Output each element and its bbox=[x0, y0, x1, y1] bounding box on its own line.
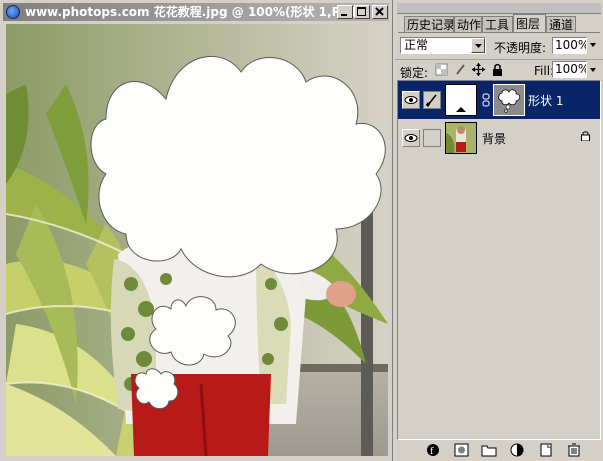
blend-mode-value: 正常 bbox=[404, 38, 429, 52]
opacity-label: 不透明度: bbox=[494, 41, 547, 55]
layer-link-box[interactable] bbox=[423, 129, 441, 147]
document-title-bar[interactable]: www.photops.com 花花教程.jpg @ 100%(形状 1,RGB… bbox=[3, 3, 389, 21]
chain-link-icon[interactable] bbox=[482, 93, 490, 107]
opacity-slider-arrow-icon[interactable] bbox=[588, 38, 598, 52]
lock-label: 锁定: bbox=[400, 66, 429, 80]
paint-brush-icon bbox=[425, 94, 437, 107]
minimize-button[interactable] bbox=[337, 5, 353, 19]
opacity-input[interactable]: 100% bbox=[552, 37, 587, 54]
layer-name[interactable]: 形状 1 bbox=[528, 92, 563, 109]
tab-history[interactable]: 历史记录 bbox=[404, 16, 454, 32]
layers-list: 形状 1 背景 bbox=[397, 80, 601, 440]
layer-style-icon[interactable]: f bbox=[425, 443, 441, 457]
fill-input[interactable]: 100% bbox=[552, 61, 587, 78]
close-icon bbox=[375, 7, 384, 16]
lock-icon bbox=[581, 131, 590, 141]
app-icon[interactable] bbox=[6, 5, 20, 19]
lock-all-icon[interactable] bbox=[491, 63, 504, 76]
lock-move-icon[interactable] bbox=[472, 63, 485, 76]
panel-title-bar[interactable] bbox=[397, 3, 601, 14]
tab-actions[interactable]: 动作 bbox=[454, 16, 482, 32]
maximize-icon bbox=[357, 7, 366, 16]
tab-tools[interactable]: 工具 bbox=[482, 16, 513, 32]
layers-bottom-toolbar: f bbox=[397, 441, 601, 459]
layer-brush-indicator[interactable] bbox=[423, 91, 441, 109]
vector-mask-thumbnail[interactable] bbox=[493, 84, 525, 116]
layer-thumbnail[interactable] bbox=[445, 122, 477, 154]
adjustment-icon[interactable] bbox=[509, 443, 525, 457]
trash-icon[interactable] bbox=[566, 443, 582, 457]
maximize-button[interactable] bbox=[354, 5, 370, 19]
image-canvas[interactable] bbox=[6, 24, 388, 456]
layers-panel: 历史记录 动作 工具 图层 通道 正常 不透明度: 100% 锁定: Fill:… bbox=[395, 0, 603, 461]
layer-visibility-toggle[interactable] bbox=[402, 91, 420, 109]
layer-fill-thumbnail-icon bbox=[446, 85, 476, 115]
eye-icon bbox=[404, 96, 418, 104]
layer-row-shape-1[interactable]: 形状 1 bbox=[398, 81, 600, 119]
eye-icon bbox=[404, 134, 418, 142]
lock-transparent-icon[interactable] bbox=[435, 63, 448, 76]
chevron-down-icon bbox=[475, 44, 482, 48]
photo-thumbnail-icon bbox=[446, 123, 476, 153]
document-window: www.photops.com 花花教程.jpg @ 100%(形状 1,RGB… bbox=[0, 0, 393, 461]
panel-tabs: 历史记录 动作 工具 图层 通道 bbox=[398, 14, 598, 32]
blend-mode-select[interactable]: 正常 bbox=[400, 37, 486, 54]
layer-visibility-toggle[interactable] bbox=[402, 129, 420, 147]
layer-name[interactable]: 背景 bbox=[482, 130, 506, 147]
document-title: www.photops.com 花花教程.jpg @ 100%(形状 1,RGB… bbox=[25, 5, 366, 19]
tab-channels[interactable]: 通道 bbox=[546, 16, 576, 32]
layer-row-background[interactable]: 背景 bbox=[398, 119, 600, 157]
fill-slider-arrow-icon[interactable] bbox=[588, 63, 598, 77]
tab-layers[interactable]: 图层 bbox=[513, 14, 546, 32]
photo-artwork bbox=[6, 24, 388, 456]
folder-icon[interactable] bbox=[481, 443, 497, 457]
new-layer-icon[interactable] bbox=[538, 443, 554, 457]
blend-opacity-row: 正常 不透明度: 100% bbox=[395, 35, 603, 57]
close-button[interactable] bbox=[372, 5, 388, 19]
cloud-mask-icon bbox=[494, 85, 524, 115]
lock-fill-row: 锁定: Fill: 100% bbox=[395, 59, 603, 80]
mask-icon[interactable] bbox=[454, 443, 470, 457]
lock-paint-brush-icon[interactable] bbox=[454, 63, 467, 76]
tabs-divider bbox=[398, 32, 600, 33]
minimize-icon bbox=[341, 14, 347, 16]
layer-thumbnail[interactable] bbox=[445, 84, 477, 116]
blend-mode-dropdown-button[interactable] bbox=[471, 38, 485, 53]
